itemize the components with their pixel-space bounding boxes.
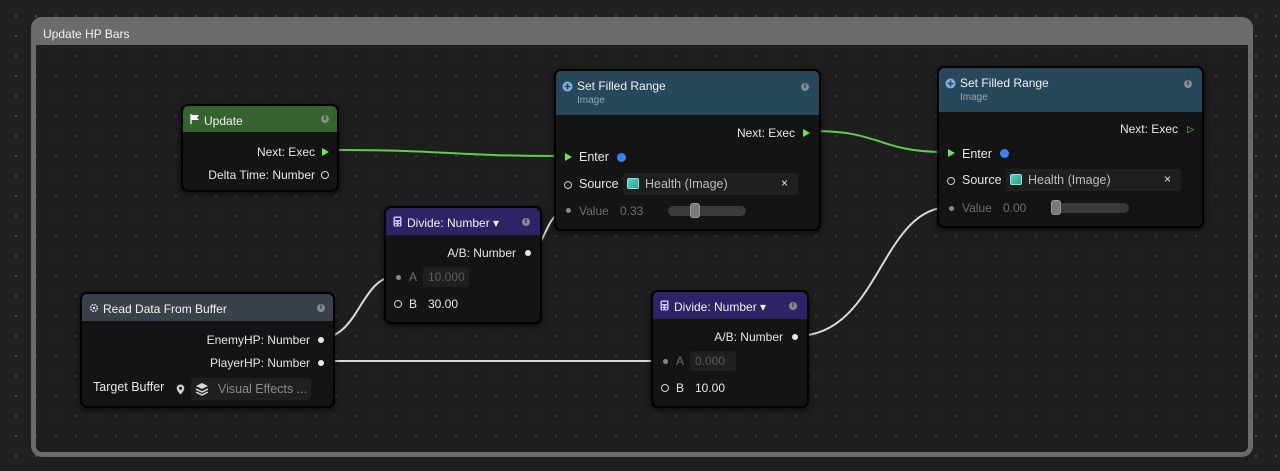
plus-circle-icon [562, 81, 573, 92]
group-header[interactable]: Update HP Bars [36, 22, 1248, 45]
set-fill-1-value-number: 0.33 [620, 204, 644, 218]
set-fill-2-source-value: Health (Image) [1028, 173, 1111, 187]
pin-icon[interactable] [176, 384, 185, 395]
player-hp-port[interactable] [318, 360, 324, 366]
plus-circle-icon [945, 78, 956, 89]
divide-1-output-label: A/B: Number [447, 246, 516, 260]
set-filled-range-2-title: Set Filled Range [960, 76, 1049, 90]
divide-2-a-port[interactable] [663, 359, 668, 364]
slider-knob[interactable] [1051, 200, 1061, 215]
read-buffer-node-header[interactable]: Read Data From Buffer i [82, 294, 333, 321]
update-node-title: Update [204, 114, 243, 128]
flag-icon [190, 114, 199, 124]
divide-1-b-label: B [409, 297, 418, 311]
divide-2-a-label: A [676, 354, 685, 368]
divide-2-b-label: B [676, 381, 685, 395]
set-fill-1-value-slider[interactable] [668, 203, 746, 218]
set-fill-1-value-port[interactable] [566, 208, 571, 213]
info-icon[interactable]: i [321, 115, 329, 123]
set-filled-range-2-subtitle: Image [960, 92, 988, 103]
set-fill-1-next-exec-label: Next: Exec [736, 126, 795, 140]
divide-2-output-label: A/B: Number [714, 330, 783, 344]
set-filled-range-node-1[interactable]: Set Filled Range Image i Next: Exec Ente… [554, 69, 821, 231]
divide-node-2-header[interactable]: Divide: Number ▾ i [653, 292, 807, 319]
divide-1-a-port[interactable] [396, 275, 401, 280]
player-hp-label: PlayerHP: Number [209, 356, 310, 370]
calculator-icon [393, 216, 402, 227]
group-title: Update HP Bars [43, 27, 130, 41]
divide-node-1-title[interactable]: Divide: Number ▾ [407, 216, 499, 230]
exec-out-hollow-icon[interactable]: ▷ [1187, 124, 1194, 134]
divide-2-b-value[interactable]: 10.00 [695, 381, 725, 395]
target-buffer-label: Target Buffer [93, 380, 165, 394]
target-buffer-value: Visual Effects ... [218, 382, 308, 396]
info-icon[interactable]: i [522, 218, 530, 226]
set-fill-2-value-slider[interactable] [1051, 200, 1129, 215]
info-icon[interactable]: i [789, 302, 797, 310]
set-fill-2-source-field[interactable]: Health (Image) × [1006, 169, 1181, 191]
set-fill-2-source-port[interactable] [947, 177, 955, 185]
set-fill-2-next-exec-label: Next: Exec [1119, 122, 1178, 136]
set-fill-1-enter-indicator [617, 153, 626, 162]
set-filled-range-1-title: Set Filled Range [577, 79, 666, 93]
read-buffer-node-title: Read Data From Buffer [103, 302, 227, 316]
clear-icon[interactable]: × [1164, 172, 1171, 186]
divide-node-2[interactable]: Divide: Number ▾ i A/B: Number A 0.000 B… [651, 290, 809, 408]
update-node[interactable]: Update i Next: Exec Delta Time: Number [181, 104, 339, 192]
divide-2-b-port[interactable] [661, 384, 669, 392]
info-icon[interactable]: i [801, 83, 809, 91]
set-fill-2-value-label: Value [962, 201, 992, 215]
update-node-header[interactable]: Update i [183, 106, 337, 132]
set-fill-1-source-value: Health (Image) [645, 177, 728, 191]
divide-1-b-port[interactable] [394, 300, 402, 308]
enemy-hp-port[interactable] [318, 337, 324, 343]
set-filled-range-1-subtitle: Image [577, 95, 605, 106]
divide-1-a-label: A [409, 270, 418, 284]
set-fill-2-value-port[interactable] [949, 206, 954, 211]
set-fill-2-value-number: 0.00 [1003, 201, 1027, 215]
slider-knob[interactable] [690, 203, 701, 218]
divide-2-a-field[interactable]: 0.000 [690, 351, 736, 371]
set-fill-1-exec-in-port[interactable] [565, 153, 572, 161]
divide-1-output-port[interactable] [525, 250, 531, 256]
divide-node-2-title[interactable]: Divide: Number ▾ [674, 300, 766, 314]
set-filled-range-2-header[interactable]: Set Filled Range Image i [939, 68, 1202, 112]
delta-time-port[interactable] [321, 171, 329, 179]
enemy-hp-label: EnemyHP: Number [206, 333, 310, 347]
set-fill-2-exec-in-port[interactable] [948, 149, 955, 157]
divide-node-1[interactable]: Divide: Number ▾ i A/B: Number A 10.000 … [384, 206, 542, 324]
divide-node-1-header[interactable]: Divide: Number ▾ i [386, 208, 540, 235]
calculator-icon [660, 300, 669, 311]
divide-1-a-value: 10.000 [428, 270, 465, 284]
image-icon [1010, 174, 1022, 185]
set-fill-2-enter-label: Enter [962, 147, 992, 161]
gear-icon [89, 303, 99, 313]
clear-icon[interactable]: × [781, 176, 788, 190]
set-fill-1-exec-out-port[interactable] [803, 129, 810, 137]
info-icon[interactable]: i [1184, 80, 1192, 88]
set-filled-range-node-2[interactable]: Set Filled Range Image i Next: Exec ▷ En… [937, 66, 1204, 228]
divide-2-output-port[interactable] [792, 334, 798, 340]
set-fill-1-source-label: Source [579, 177, 619, 191]
image-icon [627, 178, 639, 189]
divide-1-b-value[interactable]: 30.00 [428, 297, 458, 311]
set-fill-1-source-port[interactable] [564, 181, 572, 189]
set-fill-2-enter-indicator [1000, 149, 1009, 158]
layers-icon [195, 383, 209, 396]
set-filled-range-1-header[interactable]: Set Filled Range Image i [556, 71, 819, 115]
exec-out-port[interactable] [322, 148, 329, 156]
delta-time-label: Delta Time: Number [208, 168, 315, 182]
set-fill-2-source-label: Source [962, 173, 1002, 187]
divide-2-a-value: 0.000 [695, 354, 726, 368]
info-icon[interactable]: i [317, 304, 325, 312]
set-fill-1-source-field[interactable]: Health (Image) × [623, 173, 798, 195]
divide-1-a-field[interactable]: 10.000 [423, 267, 469, 287]
next-exec-label: Next: Exec [256, 145, 315, 159]
set-fill-1-enter-label: Enter [579, 150, 609, 164]
read-buffer-node[interactable]: Read Data From Buffer i EnemyHP: Number … [80, 292, 335, 408]
set-fill-1-value-label: Value [579, 204, 609, 218]
target-buffer-field[interactable]: Visual Effects ... [191, 378, 311, 400]
